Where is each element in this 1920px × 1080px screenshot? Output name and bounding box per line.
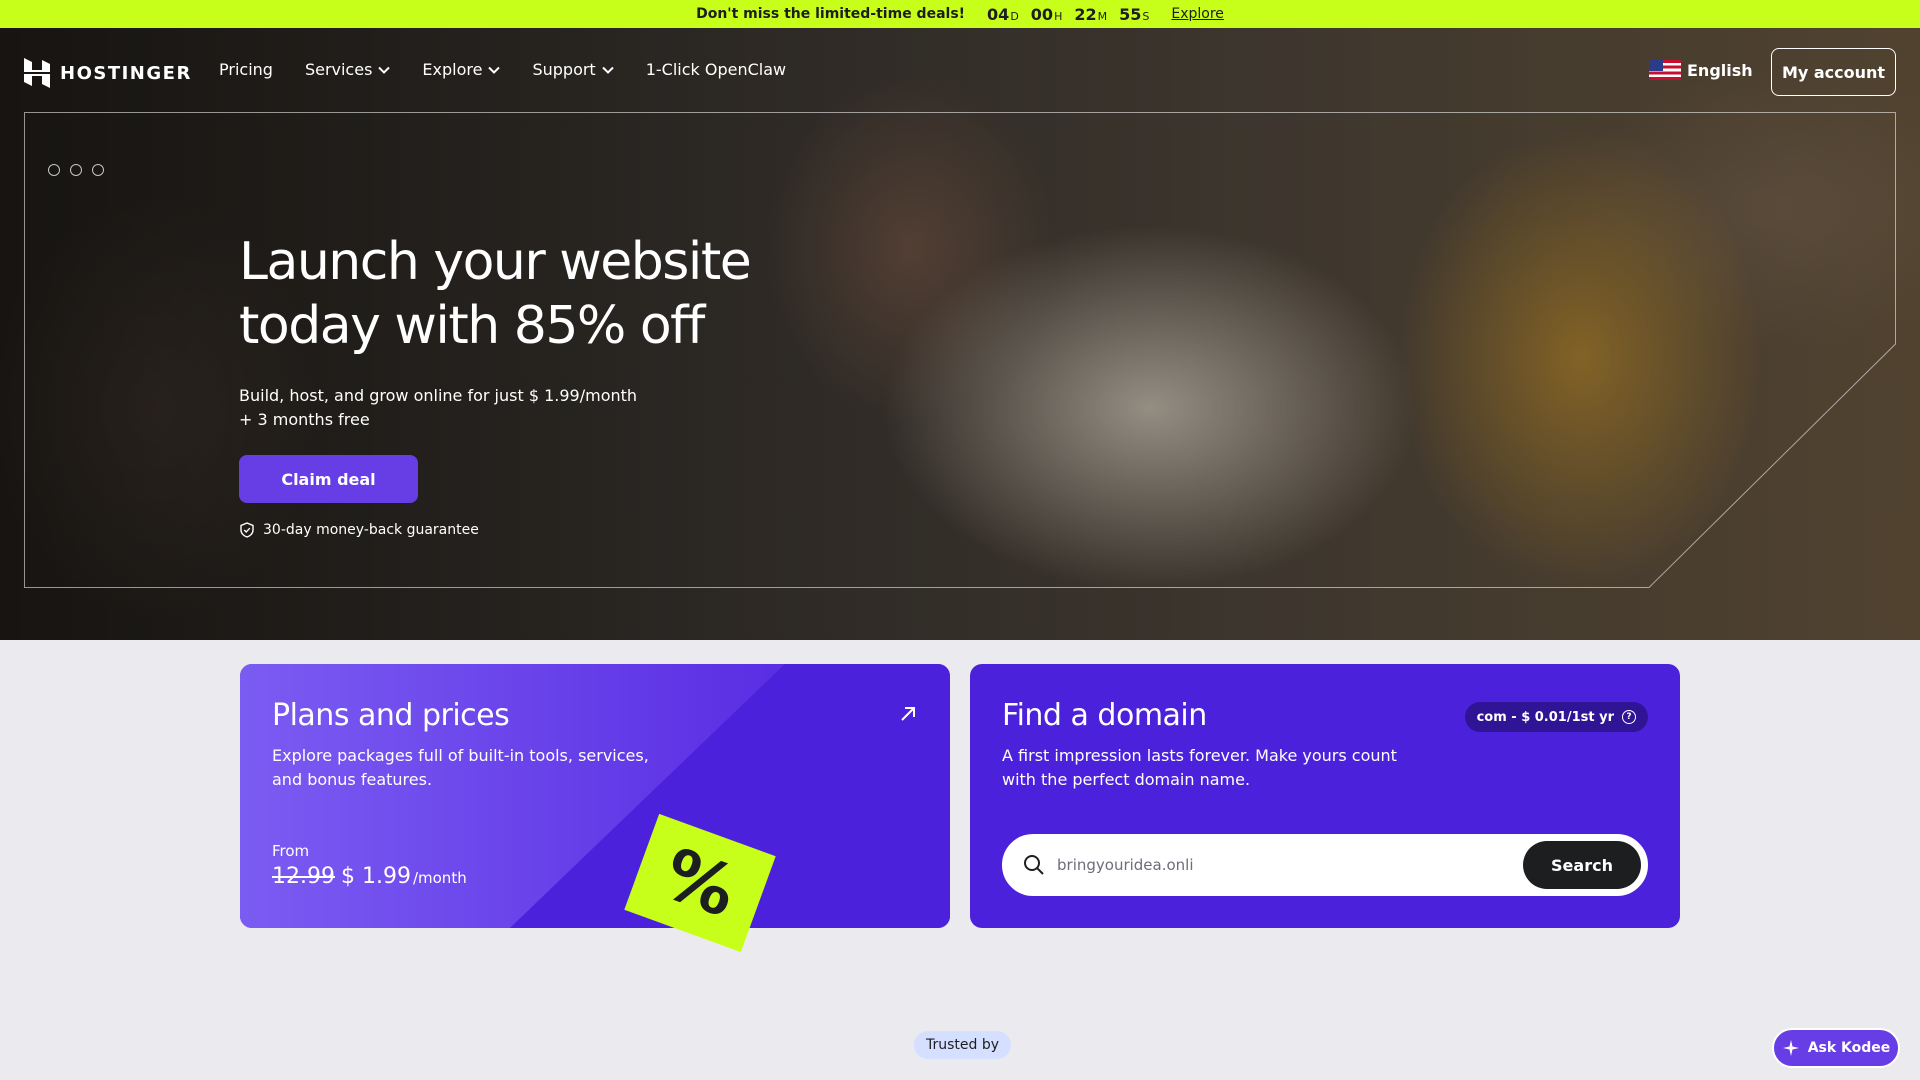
chevron-down-icon (601, 66, 614, 74)
new-price: $ 1.99 (340, 864, 411, 889)
promo-explore-link[interactable]: Explore (1171, 6, 1224, 22)
claim-deal-button[interactable]: Claim deal (239, 455, 418, 503)
nav-openclaw[interactable]: 1-Click OpenClaw (646, 60, 786, 79)
arrow-up-right-icon[interactable] (898, 704, 918, 724)
my-account-button[interactable]: My account (1771, 48, 1896, 96)
ask-kodee-button[interactable]: Ask Kodee (1772, 1028, 1900, 1068)
brand-logo[interactable]: HOSTINGER (24, 58, 192, 88)
domain-description: A first impression lasts forever. Make y… (1002, 746, 1397, 789)
plans-title: Plans and prices (272, 698, 510, 733)
nav-services[interactable]: Services (305, 60, 391, 79)
carousel-dots (48, 164, 104, 176)
plans-card[interactable]: Plans and prices Explore packages full o… (240, 664, 950, 928)
carousel-dot[interactable] (70, 164, 82, 176)
main-nav: Pricing Services Explore Support 1-Click… (219, 60, 786, 79)
domain-price-badge[interactable]: com - $ 0.01/1st yr ? (1464, 702, 1648, 732)
site-header: HOSTINGER Pricing Services Explore Suppo… (0, 28, 1920, 116)
carousel-dot[interactable] (48, 164, 60, 176)
domain-title: Find a domain (1002, 698, 1207, 733)
domain-search-button[interactable]: Search (1523, 841, 1641, 889)
language-selector[interactable]: English (1649, 60, 1753, 80)
old-price: 12.99 (272, 864, 335, 889)
domain-card: Find a domain com - $ 0.01/1st yr ? A fi… (970, 664, 1680, 928)
countdown-hours: 00H (1030, 4, 1063, 24)
language-label: English (1687, 60, 1753, 80)
countdown-seconds: 55S (1119, 4, 1150, 24)
countdown-timer: 04D 00H 22M 55S (987, 5, 1149, 24)
hostinger-logo-icon (24, 58, 50, 88)
hero-subtitle: Build, host, and grow online for just $ … (239, 386, 638, 429)
trusted-by-label: Trusted by (914, 1031, 1012, 1059)
us-flag-icon (1649, 60, 1681, 80)
sparkle-icon (1782, 1040, 1799, 1056)
chevron-down-icon (378, 66, 391, 74)
question-icon[interactable]: ? (1622, 710, 1636, 724)
search-icon (1024, 855, 1044, 875)
brand-name: HOSTINGER (60, 62, 192, 84)
plans-price: 12.99 $ 1.99 /month (272, 864, 467, 889)
countdown-days: 04D (987, 4, 1019, 24)
domain-search-box: Search (1002, 834, 1648, 896)
plans-description: Explore packages full of built-in tools,… (272, 746, 649, 789)
chevron-down-icon (488, 66, 501, 74)
nav-pricing[interactable]: Pricing (219, 60, 273, 79)
carousel-dot[interactable] (92, 164, 104, 176)
guarantee-text: 30-day money-back guarantee (263, 522, 479, 538)
shield-check-icon (240, 522, 254, 538)
domain-search-input[interactable] (1057, 837, 1507, 893)
promo-bar: Don't miss the limited-time deals! 04D 0… (0, 0, 1920, 28)
badge-text: com - $ 0.01/1st yr (1476, 709, 1614, 725)
nav-support[interactable]: Support (532, 60, 614, 79)
from-label: From (272, 842, 310, 860)
countdown-minutes: 22M (1074, 4, 1108, 24)
promo-message: Don't miss the limited-time deals! (696, 6, 966, 22)
money-back-guarantee: 30-day money-back guarantee (239, 522, 479, 538)
ask-kodee-label: Ask Kodee (1807, 1040, 1891, 1056)
hero-title: Launch your website today with 85% off (239, 232, 752, 356)
price-period: /month (412, 869, 467, 887)
nav-explore[interactable]: Explore (422, 60, 501, 79)
